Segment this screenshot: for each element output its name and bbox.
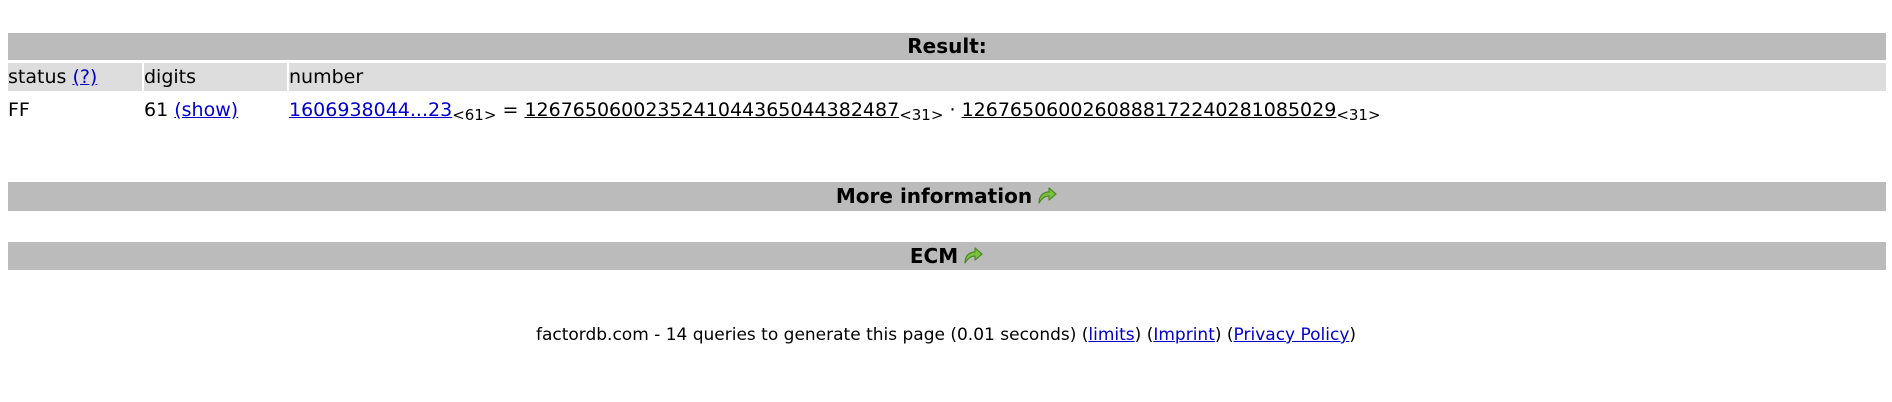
digits-column-header: digits xyxy=(144,63,196,91)
equals-sign: = xyxy=(502,99,519,121)
number-cell: 1606938044...23<61> = 126765060023524104… xyxy=(289,94,1381,126)
more-information-header[interactable]: More information xyxy=(8,182,1886,211)
limits-link[interactable]: limits xyxy=(1088,325,1134,345)
digits-cell: 61 (show) xyxy=(144,94,238,126)
imprint-link[interactable]: Imprint xyxy=(1153,325,1215,345)
status-column-header: status (?) xyxy=(8,63,97,91)
result-header: Result: xyxy=(8,33,1886,60)
digits-value: 61 xyxy=(144,99,169,121)
number-column-label: number xyxy=(289,66,364,88)
more-information-label: More information xyxy=(835,184,1033,208)
number-link[interactable]: 1606938044...23 xyxy=(289,99,452,121)
status-column-label: status xyxy=(8,66,67,88)
green-forward-arrow-icon xyxy=(1038,187,1057,204)
table-row: FF 61 (show) 1606938044...23<61> = 12676… xyxy=(8,94,1886,126)
factordb-result-page: Result: status (?) digits number FF 61 (… xyxy=(0,0,1892,402)
multiply-dot: · xyxy=(949,99,956,121)
number-column-header: number xyxy=(289,63,363,91)
green-forward-arrow-icon xyxy=(964,247,983,264)
status-cell: FF xyxy=(8,94,30,126)
status-value: FF xyxy=(8,99,30,121)
table-header-row: status (?) digits number xyxy=(8,63,1886,91)
page-footer: factordb.com - 14 queries to generate th… xyxy=(0,322,1892,348)
footer-text: factordb.com - 14 queries to generate th… xyxy=(535,325,1089,345)
footer-end: ) xyxy=(1349,325,1357,345)
number-digit-count: <61> xyxy=(452,106,497,124)
ecm-label: ECM xyxy=(909,244,959,268)
status-help-link[interactable]: (?) xyxy=(72,66,97,88)
result-header-label: Result: xyxy=(907,34,987,58)
factor-1-link[interactable]: 1267650600235241044365044382487 xyxy=(524,99,899,121)
footer-separator: ) ( xyxy=(1134,325,1154,345)
privacy-policy-link[interactable]: Privacy Policy xyxy=(1234,325,1350,345)
digits-column-label: digits xyxy=(144,66,197,88)
factor-1-digit-count: <31> xyxy=(899,106,944,124)
factor-2-link[interactable]: 1267650600260888172240281085029 xyxy=(962,99,1337,121)
show-digits-link[interactable]: (show) xyxy=(174,99,238,121)
factor-2-digit-count: <31> xyxy=(1336,106,1381,124)
footer-separator: ) ( xyxy=(1214,325,1234,345)
ecm-header[interactable]: ECM xyxy=(8,242,1886,270)
